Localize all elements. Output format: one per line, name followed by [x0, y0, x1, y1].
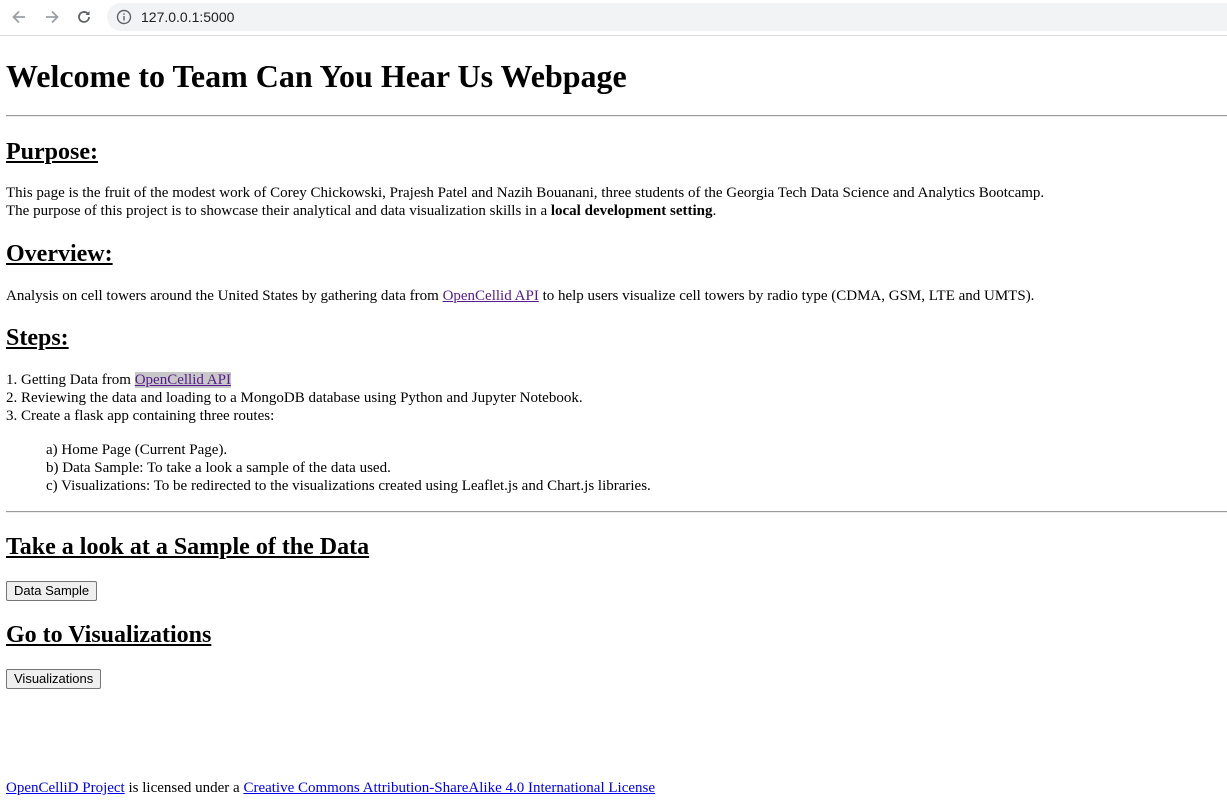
overview-text-prefix: Analysis on cell towers around the Unite…	[6, 288, 443, 304]
step-1-opencellid-link[interactable]: OpenCellid API	[134, 372, 231, 388]
route-item-data-sample: b) Data Sample: To take a look a sample …	[46, 460, 391, 476]
data-sample-button[interactable]: Data Sample	[6, 581, 98, 601]
purpose-line-2-bold: local development setting	[550, 203, 713, 219]
overview-heading: Overview:	[6, 241, 113, 267]
purpose-line-2-suffix: .	[712, 203, 717, 219]
browser-toolbar: 127.0.0.1:5000	[0, 0, 1227, 36]
step-1: 1. Getting Data from OpenCellid API	[6, 371, 231, 389]
overview-text: Analysis on cell towers around the Unite…	[6, 287, 1034, 305]
purpose-heading: Purpose:	[6, 139, 98, 165]
back-arrow-icon[interactable]	[8, 6, 30, 28]
creative-commons-license-link[interactable]: Creative Commons Attribution-ShareAlike …	[243, 780, 655, 796]
reload-icon[interactable]	[73, 6, 95, 28]
visualizations-heading: Go to Visualizations	[6, 622, 212, 648]
url-text[interactable]: 127.0.0.1:5000	[141, 9, 234, 25]
purpose-line-1: This page is the fruit of the modest wor…	[6, 185, 1045, 201]
divider	[6, 115, 1227, 117]
opencellid-project-link[interactable]: OpenCelliD Project	[6, 780, 125, 796]
route-item-home: a) Home Page (Current Page).	[46, 442, 228, 458]
opencellid-api-link[interactable]: OpenCellid API	[443, 288, 539, 304]
license-footer: OpenCelliD Project is licensed under a C…	[6, 779, 655, 797]
divider	[6, 511, 1227, 513]
step-3: 3. Create a flask app containing three r…	[6, 408, 275, 424]
sample-heading: Take a look at a Sample of the Data	[6, 534, 370, 560]
forward-arrow-icon[interactable]	[41, 6, 63, 28]
visualizations-button[interactable]: Visualizations	[6, 669, 102, 689]
step-1-text: 1. Getting Data from	[6, 372, 135, 388]
route-item-visualizations: c) Visualizations: To be redirected to t…	[46, 478, 651, 494]
info-icon[interactable]	[116, 9, 132, 25]
purpose-line-2-prefix: The purpose of this project is to showca…	[6, 203, 551, 219]
steps-heading: Steps:	[6, 325, 69, 351]
step-2: 2. Reviewing the data and loading to a M…	[6, 390, 583, 406]
overview-text-suffix: to help users visualize cell towers by r…	[538, 288, 1035, 304]
license-text: is licensed under a	[124, 780, 244, 796]
purpose-line-2: The purpose of this project is to showca…	[6, 202, 716, 220]
page-title: Welcome to Team Can You Hear Us Webpage	[6, 58, 627, 94]
address-bar[interactable]: 127.0.0.1:5000	[107, 3, 1227, 31]
